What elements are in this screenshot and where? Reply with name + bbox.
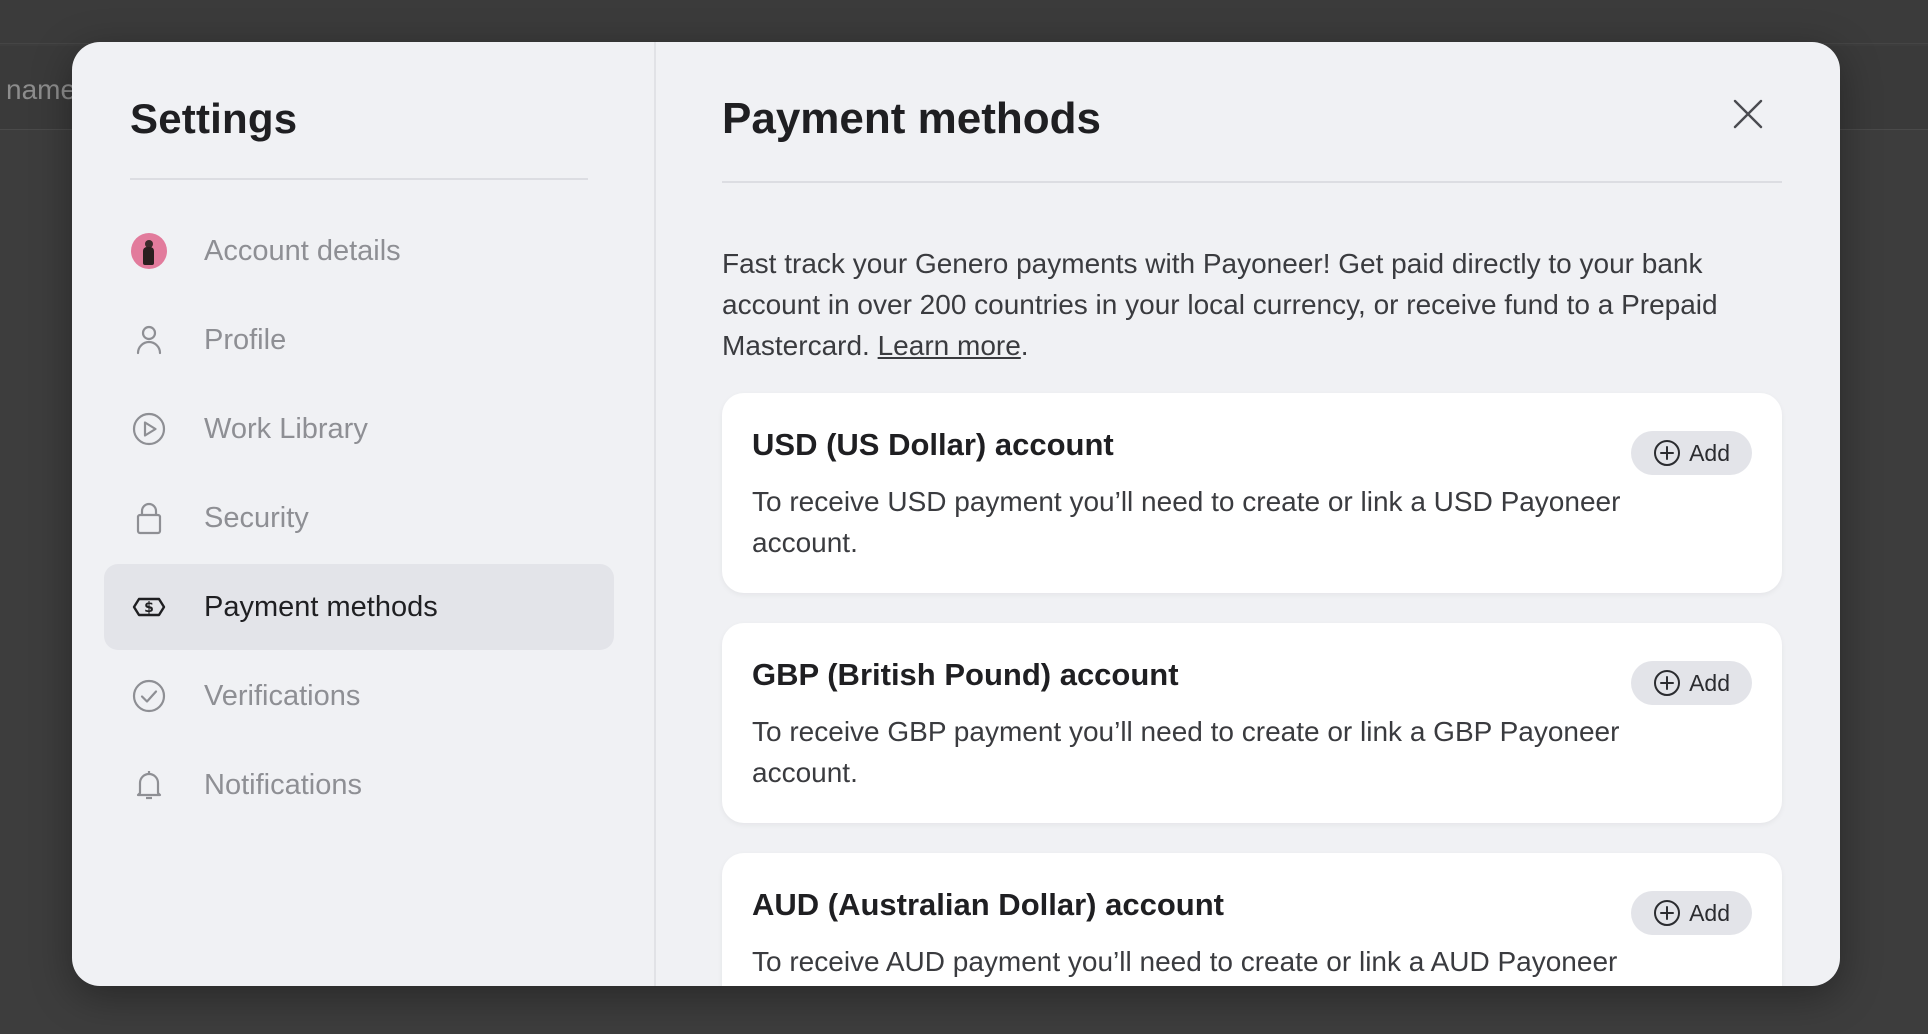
add-button-label: Add: [1689, 439, 1730, 466]
sidebar-divider: [130, 178, 588, 180]
check-circle-icon: [130, 677, 168, 715]
sidebar-item-profile[interactable]: Profile: [104, 297, 614, 383]
add-aud-account-button[interactable]: Add: [1631, 891, 1752, 935]
bell-icon: [130, 766, 168, 804]
sidebar-item-label: Payment methods: [204, 590, 438, 623]
sidebar-item-label: Notifications: [204, 768, 362, 801]
card-description: To receive AUD payment you’ll need to cr…: [752, 946, 1618, 977]
settings-sidebar: Settings Account details Profile Work Li…: [72, 42, 656, 986]
sidebar-item-account-details[interactable]: Account details: [104, 208, 614, 294]
plus-circle-icon: [1654, 440, 1681, 466]
usd-account-card: USD (US Dollar) account To receive USD p…: [722, 393, 1782, 593]
card-title: AUD (Australian Dollar) account: [752, 887, 1224, 922]
content-divider: [722, 181, 1782, 183]
sidebar-item-label: Verifications: [204, 679, 361, 712]
sidebar-item-label: Security: [204, 501, 309, 534]
svg-text:$: $: [144, 600, 154, 616]
background-topbar: [0, 0, 1928, 44]
payment-methods-panel: Payment methods Fast track your Genero p…: [656, 42, 1840, 986]
sidebar-item-label: Work Library: [204, 412, 368, 445]
intro-end: .: [1020, 330, 1029, 361]
plus-circle-icon: [1654, 670, 1681, 696]
sidebar-item-label: Account details: [204, 234, 401, 267]
money-icon: $: [130, 588, 168, 626]
play-icon: [130, 410, 168, 448]
intro-body: Fast track your Genero payments with Pay…: [722, 248, 1718, 361]
add-button-label: Add: [1689, 669, 1730, 696]
settings-modal: Settings Account details Profile Work Li…: [72, 42, 1840, 986]
user-icon: [130, 321, 168, 359]
add-usd-account-button[interactable]: Add: [1631, 431, 1752, 475]
lock-icon: [130, 499, 168, 537]
close-button[interactable]: [1728, 94, 1768, 134]
card-title: USD (US Dollar) account: [752, 427, 1114, 462]
learn-more-link[interactable]: Learn more: [878, 330, 1021, 361]
sidebar-item-verifications[interactable]: Verifications: [104, 653, 614, 739]
plus-circle-icon: [1654, 900, 1681, 926]
add-button-label: Add: [1689, 899, 1730, 926]
background-name-text: name: [6, 74, 77, 105]
add-gbp-account-button[interactable]: Add: [1631, 661, 1752, 705]
sidebar-item-security[interactable]: Security: [104, 475, 614, 561]
aud-account-card: AUD (Australian Dollar) account To recei…: [722, 853, 1782, 986]
card-title: GBP (British Pound) account: [752, 657, 1179, 692]
settings-nav: Account details Profile Work Library Sec…: [104, 208, 614, 828]
close-icon: [1733, 99, 1763, 129]
sidebar-title: Settings: [130, 95, 298, 142]
sidebar-item-payment-methods[interactable]: $ Payment methods: [104, 564, 614, 650]
page-title: Payment methods: [722, 94, 1101, 143]
sidebar-item-notifications[interactable]: Notifications: [104, 742, 614, 828]
sidebar-item-label: Profile: [204, 323, 287, 356]
card-description: To receive GBP payment you’ll need to cr…: [752, 716, 1620, 788]
avatar: [130, 232, 168, 270]
card-description: To receive USD payment you’ll need to cr…: [752, 486, 1621, 558]
intro-text: Fast track your Genero payments with Pay…: [722, 243, 1782, 366]
account-cards: USD (US Dollar) account To receive USD p…: [722, 393, 1782, 986]
sidebar-item-work-library[interactable]: Work Library: [104, 386, 614, 472]
gbp-account-card: GBP (British Pound) account To receive G…: [722, 623, 1782, 823]
